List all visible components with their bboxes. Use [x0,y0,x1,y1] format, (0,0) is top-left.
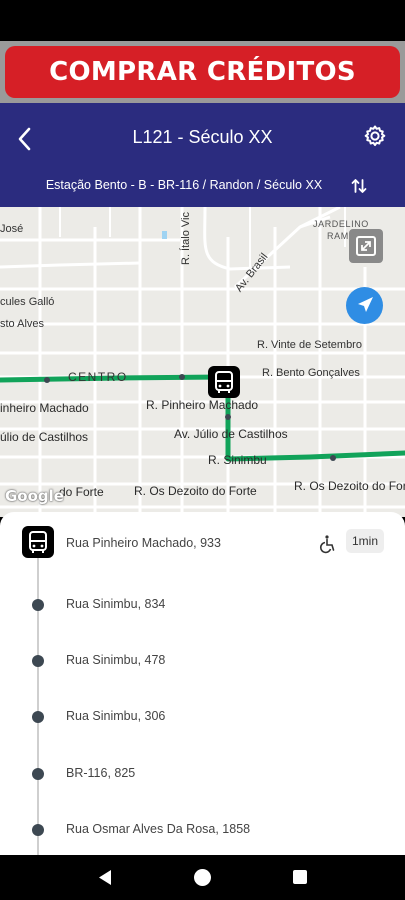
stop-dot [32,711,44,723]
triangle-back-icon [99,870,111,885]
route-map[interactable]: José R. Ítalo Vic Av. Brasil JARDELINO R… [0,207,405,517]
bus-location-marker[interactable] [208,366,240,398]
list-item[interactable]: Rua Sinimbu, 834 [0,590,405,620]
bus-icon [29,531,47,553]
map-label-street: José [0,223,24,235]
map-label-street: R. Ítalo Vic [180,212,192,265]
gear-icon [364,125,386,147]
my-location-button[interactable] [346,287,383,324]
route-direction: Estação Bento - B - BR-116 / Randon / Sé… [45,178,323,192]
system-nav-bar [0,855,405,900]
nav-recent-apps-button[interactable] [293,870,307,884]
nav-back-button[interactable] [97,869,113,891]
list-item[interactable]: Rua Sinimbu, 306 [0,702,405,732]
route-header: L121 - Século XX Estação Bento - B - BR-… [0,103,405,207]
fullscreen-button[interactable] [349,229,383,263]
swap-vertical-icon [351,179,367,193]
stop-dot [32,655,44,667]
map-label-street: R. Pinheiro Machado [146,398,259,412]
list-item[interactable]: Rua Osmar Alves Da Rosa, 1858 [0,815,405,845]
bus-icon [215,371,233,393]
list-item[interactable]: Rua Sinimbu, 478 [0,646,405,676]
map-label-street: do Forte [59,485,104,499]
map-roads [0,207,405,517]
map-label-street: sto Alves [0,318,45,330]
route-title: L121 - Século XX [132,127,273,147]
stop-name: Rua Pinheiro Machado, 933 [66,536,221,550]
map-label-street: R. Bento Gonçalves [262,367,360,379]
list-item[interactable]: BR-116, 825 [0,759,405,789]
wheelchair-accessible-icon [318,534,338,554]
map-label-district: CENTRO [68,370,128,384]
navigation-arrow-icon [358,297,373,312]
status-bar [0,0,405,41]
stop-name: Rua Sinimbu, 306 [66,709,166,723]
stop-dot [32,768,44,780]
settings-button[interactable] [363,124,387,148]
map-label-street: úlio de Castilhos [0,430,89,444]
map-label-street: cules Galló [0,296,55,308]
stop-name: Rua Sinimbu, 834 [66,597,166,611]
stop-name: Rua Osmar Alves Da Rosa, 1858 [66,822,251,836]
map-label-street: R. Vinte de Setembro [257,339,362,351]
list-item[interactable]: Rua Pinheiro Machado, 933 1min [0,526,405,559]
nav-home-button[interactable] [194,869,211,886]
banner-area: COMPRAR CRÉDITOS [0,41,405,103]
map-label-street: inheiro Machado [0,401,89,415]
map-label-street: R. Sinimbu [208,453,267,467]
map-label-district: JARDELINO [313,219,369,229]
map-label-street: R. Os Dezoito do Fort [294,479,405,493]
stops-panel[interactable]: Rua Pinheiro Machado, 933 1min Rua Sinim… [0,512,405,855]
google-logo: Google [5,487,64,505]
stop-dot [32,599,44,611]
map-label-street: Av. Júlio de Castilhos [174,427,288,441]
map-label-district: RAM [327,231,349,241]
map-label-street: R. Os Dezoito do Forte [134,484,257,498]
buy-credits-button[interactable]: COMPRAR CRÉDITOS [5,46,400,98]
stop-dot [32,824,44,836]
swap-direction-button[interactable] [351,177,367,195]
expand-icon [356,236,376,256]
eta-badge: 1min [346,529,385,553]
bus-stop-marker [22,526,54,558]
stop-name: Rua Sinimbu, 478 [66,653,166,667]
stop-name: BR-116, 825 [66,766,136,780]
